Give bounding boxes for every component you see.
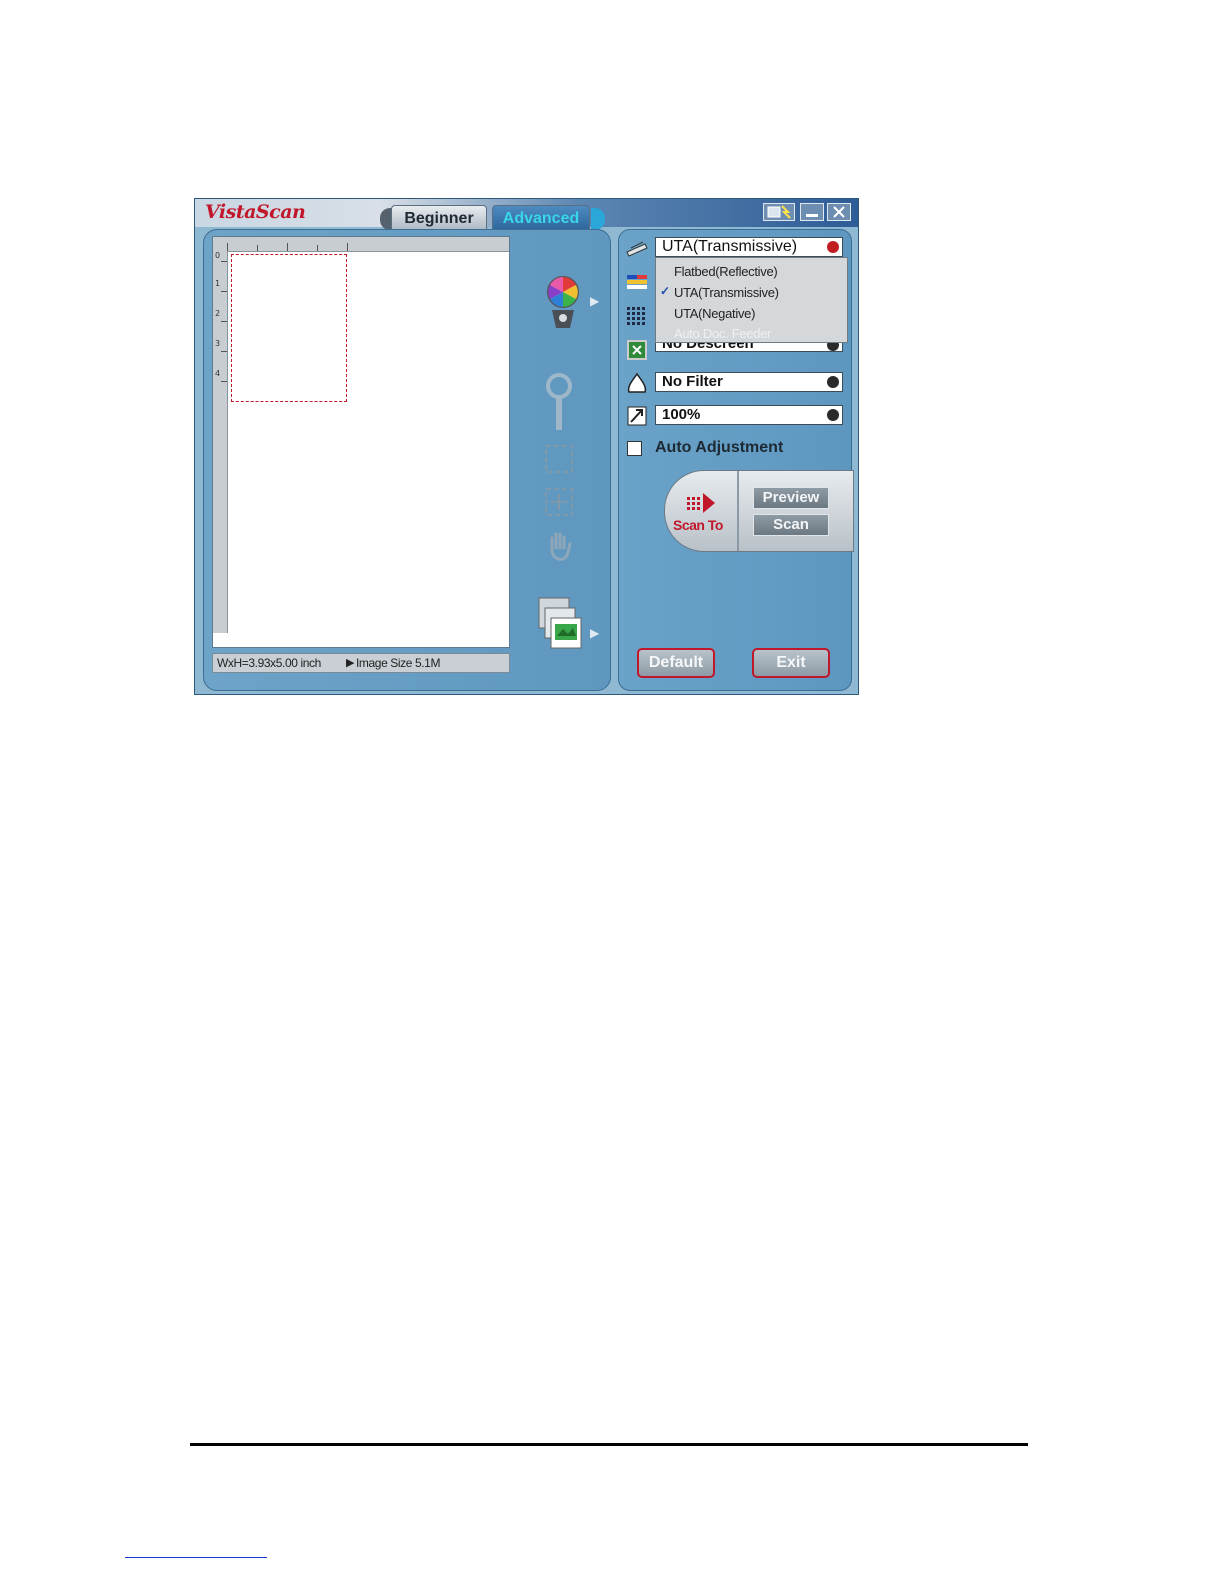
close-button[interactable]	[827, 203, 851, 221]
color-wheel-icon[interactable]	[540, 266, 586, 338]
menu-item-uta-transmissive[interactable]: UTA(Transmissive)	[674, 284, 779, 302]
auto-adjustment-label: Auto Adjustment	[655, 439, 784, 456]
app-logo: VistaScan	[205, 201, 306, 223]
menu-item-uta-negative[interactable]: UTA(Negative)	[674, 305, 755, 323]
scan-controls: Scan To Preview Scan	[664, 470, 854, 552]
close-icon	[833, 206, 845, 218]
checkmark-icon: ✓	[660, 284, 670, 298]
preview-button[interactable]: Preview	[753, 487, 829, 509]
filter-select[interactable]: No Filter	[655, 372, 843, 392]
settings-button[interactable]	[763, 203, 795, 221]
scan-to-label: Scan To	[673, 517, 723, 533]
hand-icon[interactable]	[544, 530, 574, 566]
vertical-ruler: 0 1 2 3 4	[213, 251, 228, 633]
minimize-icon	[806, 214, 818, 217]
chevron-down-icon	[827, 409, 839, 421]
chevron-down-icon	[827, 241, 839, 253]
descreen-icon	[627, 340, 647, 360]
footer-divider	[190, 1443, 1028, 1446]
color-mode-icon	[627, 275, 647, 289]
status-image-size: Image Size 5.1M	[356, 656, 441, 670]
source-dropdown-menu: Flatbed(Reflective) ✓ UTA(Transmissive) …	[655, 257, 848, 343]
auto-adjustment-checkbox[interactable]	[627, 441, 642, 456]
filter-select-value: No Filter	[662, 373, 723, 390]
settings-panel: UTA(Transmissive) Flatbed(Reflective) ✓ …	[618, 229, 854, 691]
resolution-icon	[627, 307, 645, 325]
select-frame-icon[interactable]	[543, 443, 575, 475]
scale-select-value: 100%	[662, 406, 701, 423]
ruler-number: 0	[215, 251, 221, 260]
scan-button[interactable]: Scan	[753, 514, 829, 536]
ruler-number: 1	[215, 279, 221, 288]
scan-to-icon	[687, 493, 715, 513]
exit-button[interactable]: Exit	[752, 648, 830, 678]
scan-to-button[interactable]: Scan To	[665, 471, 739, 551]
ruler-number: 2	[215, 309, 221, 318]
menu-item-flatbed[interactable]: Flatbed(Reflective)	[674, 263, 778, 281]
preview-area[interactable]: 0 1 2 3 4	[212, 236, 510, 648]
scanner-source-icon	[626, 241, 648, 257]
default-button[interactable]: Default	[637, 648, 715, 678]
minimize-button[interactable]	[800, 203, 824, 221]
horizontal-ruler	[213, 237, 509, 252]
scale-icon	[627, 406, 647, 426]
filter-icon	[627, 372, 647, 393]
source-select-value: UTA(Transmissive)	[662, 238, 798, 255]
chevron-down-icon	[827, 376, 839, 388]
color-menu-arrow-icon[interactable]: ▶	[590, 294, 599, 308]
settings-icon	[767, 205, 791, 219]
vistascan-window: VistaScan Beginner Advanced 0 1 2 3 4 Wx…	[194, 198, 859, 695]
tab-advanced[interactable]: Advanced	[492, 205, 590, 231]
multi-frame-icon[interactable]	[543, 486, 575, 518]
ruler-number: 4	[215, 369, 221, 378]
scale-select[interactable]: 100%	[655, 405, 843, 425]
batch-scan-icon[interactable]	[535, 594, 585, 654]
tab-right-cap	[591, 208, 605, 230]
status-bar: WxH=3.93x5.00 inch ▶ Image Size 5.1M	[212, 653, 510, 673]
preview-panel: 0 1 2 3 4 WxH=3.93x5.00 inch ▶ Image Siz…	[203, 229, 611, 691]
source-select[interactable]: UTA(Transmissive)	[655, 237, 843, 257]
menu-item-auto-doc-feeder: Auto Doc. Feeder	[674, 326, 772, 341]
ruler-number: 3	[215, 339, 221, 348]
status-arrow-icon: ▶	[346, 657, 355, 669]
batch-menu-arrow-icon[interactable]: ▶	[590, 626, 599, 640]
tab-beginner[interactable]: Beginner	[391, 205, 487, 231]
status-dimensions: WxH=3.93x5.00 inch	[217, 656, 321, 670]
scan-frame[interactable]	[231, 254, 347, 402]
title-bar: VistaScan Beginner Advanced	[195, 199, 858, 231]
footer-link-underline	[125, 1557, 267, 1558]
zoom-icon[interactable]	[542, 372, 576, 434]
